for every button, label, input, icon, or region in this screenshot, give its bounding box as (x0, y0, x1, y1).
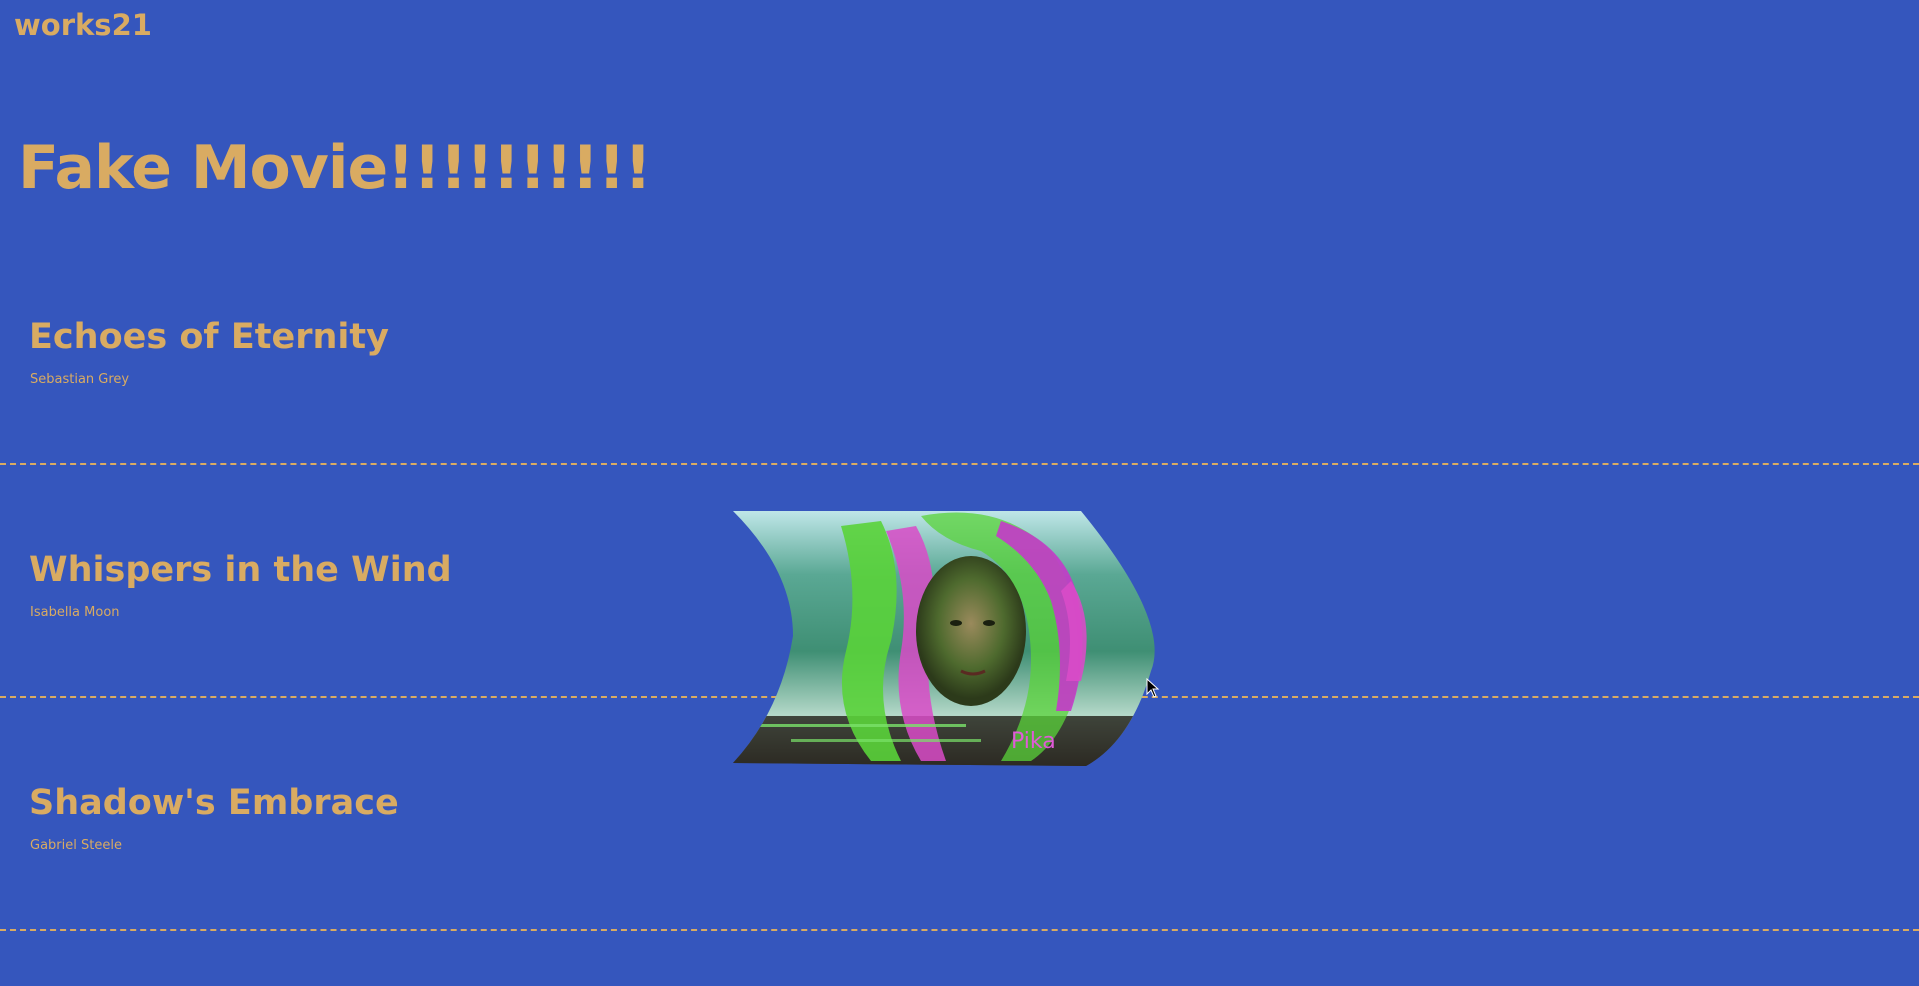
movie-director: Sebastian Grey (30, 372, 130, 387)
page: works21 Fake Movie!!!!!!!!!! Echoes of E… (0, 0, 1919, 986)
movie-list-item[interactable]: Echoes of Eternity Sebastian Grey (0, 232, 1919, 465)
page-title: Fake Movie!!!!!!!!!! (18, 133, 652, 203)
movie-director: Gabriel Steele (30, 838, 122, 853)
mouse-cursor-icon (1146, 678, 1160, 698)
movie-title[interactable]: Echoes of Eternity (29, 320, 389, 355)
preview-watermark: Pika (1011, 729, 1056, 754)
movie-title[interactable]: Shadow's Embrace (29, 786, 399, 821)
movie-preview-image: Pika (733, 511, 1155, 766)
site-logo[interactable]: works21 (14, 8, 152, 42)
movie-director: Isabella Moon (30, 605, 120, 620)
movie-title[interactable]: Whispers in the Wind (29, 553, 452, 588)
